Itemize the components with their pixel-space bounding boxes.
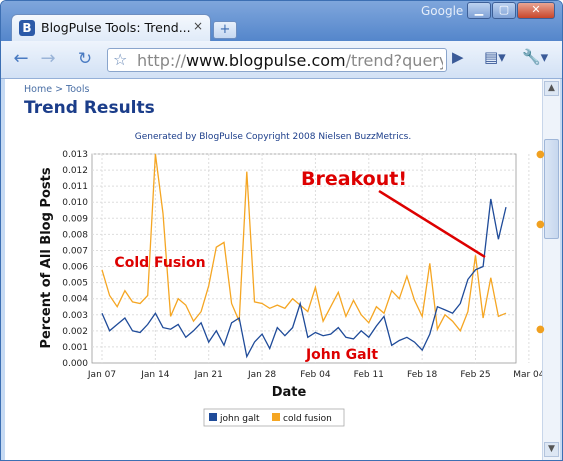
x-tick-label: Jan 07	[87, 370, 116, 380]
page-content: Home > Tools Trend Results Generated by …	[5, 79, 542, 460]
y-tick-label: 0.008	[62, 230, 88, 240]
john-galt-annotation: John Galt	[305, 347, 378, 363]
breakout-annotation: Breakout!	[301, 168, 407, 190]
edge-marker-icon: ●	[536, 324, 545, 335]
blogpulse-favicon-icon: B	[19, 20, 35, 36]
edge-marker-icon: ●	[536, 149, 545, 160]
x-tick-label: Mar 04	[513, 370, 542, 380]
y-tick-label: 0.011	[62, 182, 88, 192]
new-tab-button[interactable]: +	[213, 21, 237, 39]
y-tick-label: 0.009	[62, 214, 88, 224]
breadcrumb[interactable]: Home > Tools	[24, 84, 89, 95]
y-tick-label: 0.010	[62, 198, 88, 208]
browser-window: B BlogPulse Tools: Trend... × + Google ▁…	[0, 0, 563, 461]
title-bar: B BlogPulse Tools: Trend... × + Google ▁…	[1, 1, 562, 42]
scroll-up-icon[interactable]: ▲	[544, 81, 559, 96]
legend-john-galt-label: john galt	[219, 414, 260, 424]
url-text[interactable]: http://www.blogpulse.com/trend?query1=	[137, 51, 443, 70]
tab-blogpulse[interactable]: B BlogPulse Tools: Trend... ×	[11, 14, 211, 42]
y-tick-label: 0.000	[62, 359, 88, 369]
x-tick-label: Jan 28	[247, 370, 276, 380]
x-tick-label: Jan 14	[140, 370, 169, 380]
reload-icon[interactable]: ↻	[73, 48, 97, 70]
y-tick-label: 0.004	[62, 295, 88, 305]
go-arrow-icon[interactable]: ▶	[452, 48, 464, 66]
y-tick-label: 0.013	[62, 150, 88, 160]
edge-marker-icon: ●	[536, 219, 545, 230]
y-tick-label: 0.003	[62, 311, 88, 321]
google-label: Google	[421, 4, 464, 18]
wrench-icon[interactable]: 🔧▾	[522, 48, 548, 66]
trend-chart: Generated by BlogPulse Copyright 2008 Ni…	[39, 132, 542, 427]
back-arrow-icon[interactable]: ←	[9, 48, 33, 70]
scrollbar-thumb[interactable]	[544, 139, 559, 239]
y-tick-label: 0.001	[62, 343, 88, 353]
y-tick-label: 0.006	[62, 263, 88, 273]
page-menu-icon[interactable]: ▤▾	[484, 48, 506, 66]
minimize-button[interactable]: ▁	[467, 2, 491, 19]
x-tick-label: Feb 04	[300, 370, 331, 380]
chart-credit: Generated by BlogPulse Copyright 2008 Ni…	[135, 132, 411, 142]
y-tick-label: 0.012	[62, 166, 88, 176]
address-bar[interactable]: ☆ http://www.blogpulse.com/trend?query1=	[107, 48, 447, 72]
x-tick-label: Feb 11	[354, 370, 384, 380]
close-window-button[interactable]: ✕	[517, 2, 555, 19]
y-tick-label: 0.002	[62, 327, 88, 337]
x-tick-label: Feb 18	[407, 370, 438, 380]
legend-cold-fusion-label: cold fusion	[283, 414, 332, 424]
cold-fusion-annotation: Cold Fusion	[114, 255, 205, 271]
bookmark-star-icon[interactable]: ☆	[113, 50, 127, 69]
x-tick-label: Jan 21	[194, 370, 223, 380]
maximize-button[interactable]: ▢	[492, 2, 516, 19]
legend-john-galt-swatch	[209, 413, 217, 421]
page-title: Trend Results	[24, 98, 155, 118]
y-tick-label: 0.007	[62, 246, 88, 256]
y-axis-label: Percent of All Blog Posts	[39, 167, 54, 348]
tab-title: BlogPulse Tools: Trend...	[41, 20, 191, 35]
vertical-scrollbar[interactable]: ▲ ▼	[542, 79, 560, 460]
toolbar: ← → ↻ ☆ http://www.blogpulse.com/trend?q…	[1, 41, 562, 79]
legend-cold-fusion-swatch	[272, 413, 280, 421]
close-tab-icon[interactable]: ×	[193, 19, 203, 33]
y-tick-label: 0.005	[62, 279, 88, 289]
x-axis-label: Date	[272, 385, 307, 400]
forward-arrow-icon[interactable]: →	[36, 48, 60, 70]
x-tick-label: Feb 25	[460, 370, 490, 380]
scroll-down-icon[interactable]: ▼	[544, 442, 559, 457]
